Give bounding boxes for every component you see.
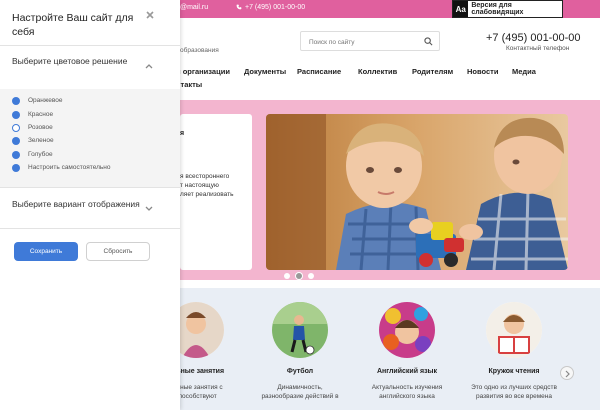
reset-button[interactable]: Сбросить [86,242,150,261]
divider [0,45,180,46]
header-phone[interactable]: +7 (495) 001-00-00 [486,32,580,44]
chevron-up-icon[interactable] [144,61,154,71]
search-input[interactable] [307,35,421,49]
hero-card-line: я всестороннего [180,173,230,180]
header-phone-label: Контактный телефон [506,45,570,52]
divider [0,228,180,229]
color-option-label: Красное [28,111,54,118]
radio-button[interactable] [12,111,20,119]
accessibility-label: Версия для слабовидящих [471,2,524,16]
hero-text-card: я я всестороннего т настоящую ляет реали… [180,114,252,270]
color-option-label: Голубое [28,151,53,158]
activity-desc-line: английского языка [379,393,435,400]
accessibility-version-button[interactable]: Aa Версия для слабовидящих [452,0,563,18]
activity-title: Футбол [286,368,314,375]
chevron-down-icon[interactable] [144,204,154,214]
nav-item-documents[interactable]: Документы [244,67,286,76]
activity-card[interactable]: Кружок чтения Это одно из лучших средств… [469,302,559,401]
chevron-right-icon [565,370,570,378]
activity-image [379,302,435,358]
search-box[interactable] [300,31,440,51]
nav-item-organization[interactable]: й организации [176,67,230,76]
settings-panel: Настройте Ваш сайт для себя Выберите цве… [0,0,180,410]
activity-desc: Это одно из лучших средств развития во в… [469,383,559,401]
display-section-header[interactable]: Выберите вариант отображения [12,198,142,210]
color-option-label: Зеленое [28,137,54,144]
nav-item-news[interactable]: Новости [467,67,498,76]
radio-button[interactable] [12,137,20,145]
activity-desc-line: разнообразие действий в [261,393,339,400]
hero-slide-image [266,114,568,270]
top-phone: +7 (495) 001-00-00 [236,4,305,11]
slider-dot[interactable] [308,273,314,279]
nav-item-schedule[interactable]: Расписание [297,67,341,76]
hero-card-line: т настоящую [180,182,219,189]
radio-button-selected[interactable] [12,124,20,132]
radio-button[interactable] [12,151,20,159]
save-button[interactable]: Сохранить [14,242,78,261]
activity-desc: Актуальность изучения английского языка [362,383,452,401]
phone-icon [236,4,242,10]
hero-card-line: ляет реализовать [180,191,234,198]
color-options: Оранжевое Красное Розовое Зеленое Голубо… [0,89,180,187]
hero-card-text: я всестороннего т настоящую ляет реализо… [180,172,252,199]
divider [0,187,180,188]
activity-title: Кружок чтения [488,368,540,375]
color-section-header[interactable]: Выберите цветовое решение [12,55,142,67]
settings-panel-title: Настройте Ваш сайт для себя [12,12,134,38]
org-subtitle: образования [180,47,219,54]
activity-image [272,302,328,358]
close-icon[interactable] [145,10,155,20]
color-option-label: Оранжевое [28,97,63,104]
activity-desc-line: Динамичность, [277,384,323,391]
activity-desc-line: Это одно из лучших средств [471,384,557,391]
activity-title: Английский язык [376,368,438,375]
email-link[interactable]: @mail.ru [180,4,208,11]
slider-dot-active[interactable] [296,273,302,279]
top-phone-text: +7 (495) 001-00-00 [245,4,306,11]
color-option-label: Розовое [28,124,53,131]
activity-image [486,302,542,358]
radio-button[interactable] [12,164,20,172]
activity-card[interactable]: Английский язык Актуальность изучения ан… [362,302,452,401]
accessibility-icon: Aa [453,1,469,17]
hero-card-title: я [180,130,185,137]
nav-item-staff[interactable]: Коллектив [358,67,397,76]
nav-item-parents[interactable]: Родителям [412,67,453,76]
activities-section: альные занятия альные занятия с способст… [168,288,600,410]
activity-desc-line: развития во все времена [476,393,552,400]
radio-button[interactable] [12,97,20,105]
search-icon[interactable] [424,37,433,46]
children-playing-illustration [266,114,568,270]
nav-item-media[interactable]: Медиа [512,67,536,76]
slider-dot[interactable] [284,273,290,279]
activity-desc: Динамичность, разнообразие действий в [255,383,345,401]
activity-desc-line: Актуальность изучения [371,384,443,391]
activity-card[interactable]: Футбол Динамичность, разнообразие действ… [255,302,345,401]
color-option-label: Настроить самостоятельно [28,164,111,171]
activities-next-button[interactable] [560,366,574,380]
